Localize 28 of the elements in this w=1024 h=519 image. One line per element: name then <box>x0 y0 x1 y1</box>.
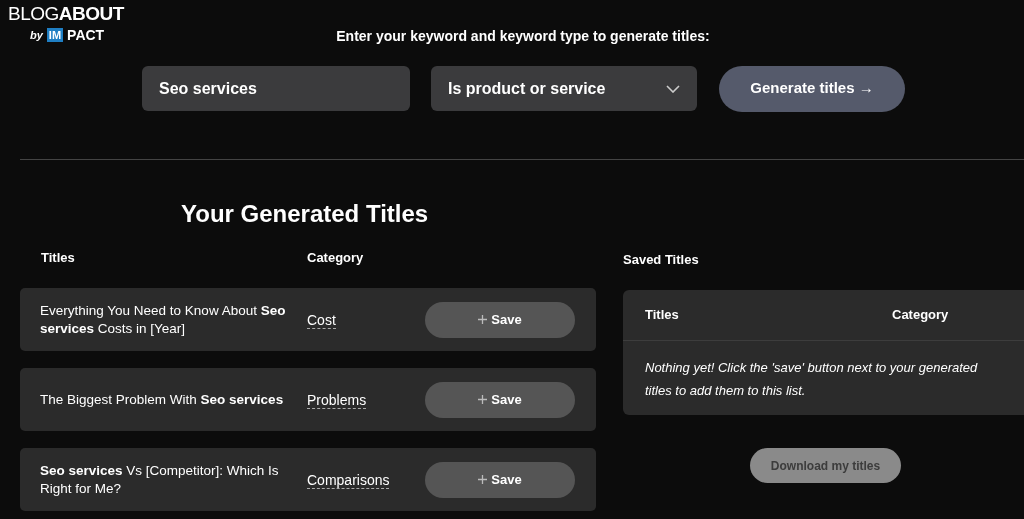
brand-mark: IM <box>46 28 64 43</box>
save-button[interactable]: Save <box>425 461 575 498</box>
save-button[interactable]: Save <box>425 301 575 338</box>
chevron-down-icon <box>666 84 680 93</box>
category-text: Cost <box>307 311 336 329</box>
generate-button[interactable]: Generate titles → <box>719 65 905 112</box>
category-text: Comparisons <box>307 471 390 489</box>
column-header: Category <box>892 306 949 325</box>
keyword-field[interactable]: Seo services <box>142 66 410 111</box>
instruction-text: Enter your keyword and keyword type to generate titles: <box>336 26 710 46</box>
type-select[interactable]: Is product or service <box>431 66 697 111</box>
by-text: by <box>30 28 43 43</box>
plus-icon <box>478 475 488 485</box>
column-header: Category <box>307 249 364 268</box>
title-text: Everything You Need to Know About Seo services Costs in [Year] <box>40 301 287 338</box>
plus-icon <box>478 395 488 405</box>
category-text: Problems <box>307 391 367 409</box>
column-header: Titles <box>645 306 680 325</box>
title-text: Seo services Vs [Competitor]: Which Is Right for Me? <box>40 461 280 498</box>
logo-wordmark: BLOGABOUT <box>8 4 126 23</box>
brand-name: PACT <box>67 28 105 43</box>
plus-icon <box>478 315 488 325</box>
column-header: Titles <box>41 249 76 268</box>
empty-message: Nothing yet! Click the 'save' button next to your generated titles to add them to this list. <box>644 358 979 400</box>
save-button[interactable]: Save <box>425 381 575 418</box>
section-heading: Your Generated Titles <box>181 199 430 229</box>
title-text: The Biggest Problem With Seo services <box>40 390 285 409</box>
saved-heading: Saved Titles <box>623 251 700 270</box>
